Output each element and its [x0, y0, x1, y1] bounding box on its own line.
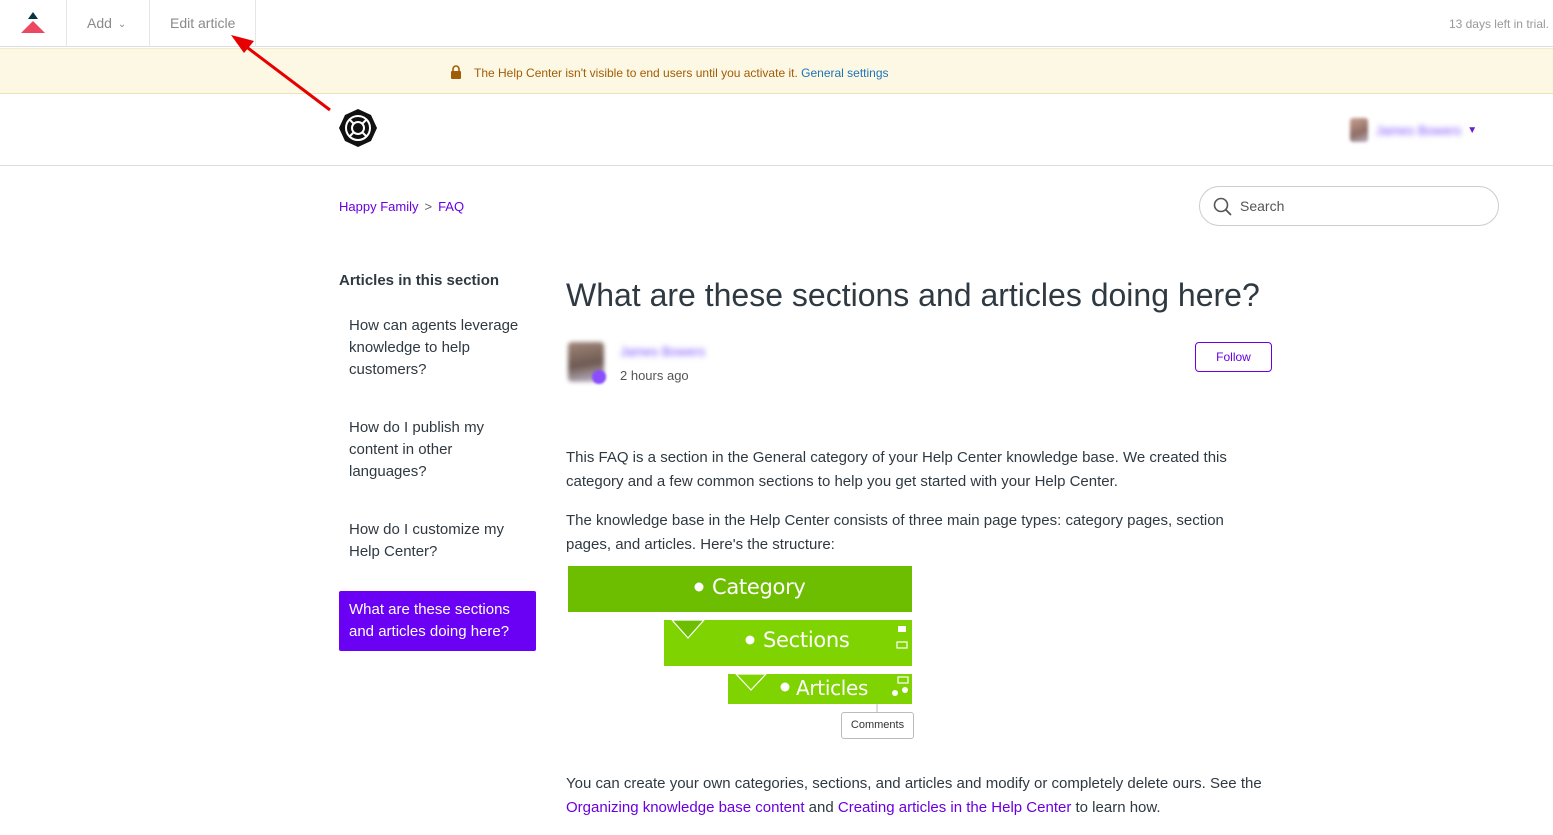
guide-logo-icon	[21, 12, 45, 33]
product-logo[interactable]	[0, 0, 67, 47]
avatar	[1350, 118, 1368, 142]
organizing-kb-link[interactable]: Organizing knowledge base content	[566, 799, 805, 816]
breadcrumb: Happy Family > FAQ	[339, 199, 464, 214]
lock-icon	[451, 65, 461, 79]
breadcrumb-faq-link[interactable]: FAQ	[438, 199, 464, 214]
general-settings-link[interactable]: General settings	[801, 66, 888, 80]
search-box[interactable]	[1199, 186, 1499, 226]
sidebar-article-link[interactable]: How do I publish my content in other lan…	[339, 409, 536, 491]
diagram-sections-label: Sections	[763, 628, 850, 652]
article-text: and	[808, 799, 834, 816]
admin-topbar: Add ⌄ Edit article 13 days left in trial.	[0, 0, 1553, 47]
article-text: You can create your own categories, sect…	[566, 775, 1262, 792]
follow-button[interactable]: Follow	[1195, 342, 1272, 372]
sidebar-article-link[interactable]: How do I customize my Help Center?	[339, 511, 536, 571]
sidebar-title: Articles in this section	[339, 272, 500, 289]
article: What are these sections and articles doi…	[566, 276, 1272, 835]
chevron-down-icon: ▼	[1467, 124, 1478, 136]
add-menu-label: Add	[87, 15, 112, 31]
section-articles-sidebar: Articles in this section How can agents …	[339, 272, 536, 671]
diagram-comments-label: Comments	[841, 712, 914, 739]
breadcrumb-home-link[interactable]: Happy Family	[339, 199, 418, 214]
notice-text: The Help Center isn't visible to end use…	[474, 66, 798, 80]
edit-article-button[interactable]: Edit article	[150, 0, 256, 47]
structure-diagram: Category Sections Articles Comments	[566, 566, 916, 742]
article-title: What are these sections and articles doi…	[566, 277, 1260, 313]
add-menu-button[interactable]: Add ⌄	[67, 0, 150, 47]
breadcrumb-separator: >	[424, 199, 433, 214]
site-header: James Bowers ▼	[0, 94, 1553, 166]
article-paragraph: The knowledge base in the Help Center co…	[566, 512, 1224, 553]
author-name[interactable]: James Bowers	[620, 344, 705, 359]
diagram-category-label: Category	[712, 575, 806, 599]
article-text: to learn how.	[1075, 799, 1161, 816]
article-body: This FAQ is a section in the General cat…	[566, 446, 1272, 820]
search-input[interactable]	[1240, 196, 1480, 216]
user-name: James Bowers	[1376, 122, 1462, 138]
article-paragraph: This FAQ is a section in the General cat…	[566, 449, 1227, 490]
article-author: James Bowers 2 hours ago Follow	[566, 342, 1272, 402]
search-icon	[1213, 197, 1232, 216]
article-timestamp: 2 hours ago	[620, 368, 689, 383]
creating-articles-link[interactable]: Creating articles in the Help Center	[838, 799, 1071, 816]
sidebar-article-link-active[interactable]: What are these sections and articles doi…	[339, 591, 536, 651]
sidebar-article-link[interactable]: How can agents leverage knowledge to hel…	[339, 307, 536, 389]
help-center-logo-icon[interactable]	[338, 108, 378, 148]
activation-notice: The Help Center isn't visible to end use…	[0, 48, 1553, 94]
user-menu[interactable]: James Bowers ▼	[1350, 118, 1477, 142]
chevron-down-icon: ⌄	[117, 19, 127, 30]
agent-badge-icon	[592, 370, 606, 384]
diagram-articles-label: Articles	[796, 676, 869, 700]
edit-article-label: Edit article	[170, 15, 236, 31]
trial-status: 13 days left in trial.	[1448, 17, 1549, 31]
article-paragraph: You can create your own categories, sect…	[566, 772, 1272, 820]
